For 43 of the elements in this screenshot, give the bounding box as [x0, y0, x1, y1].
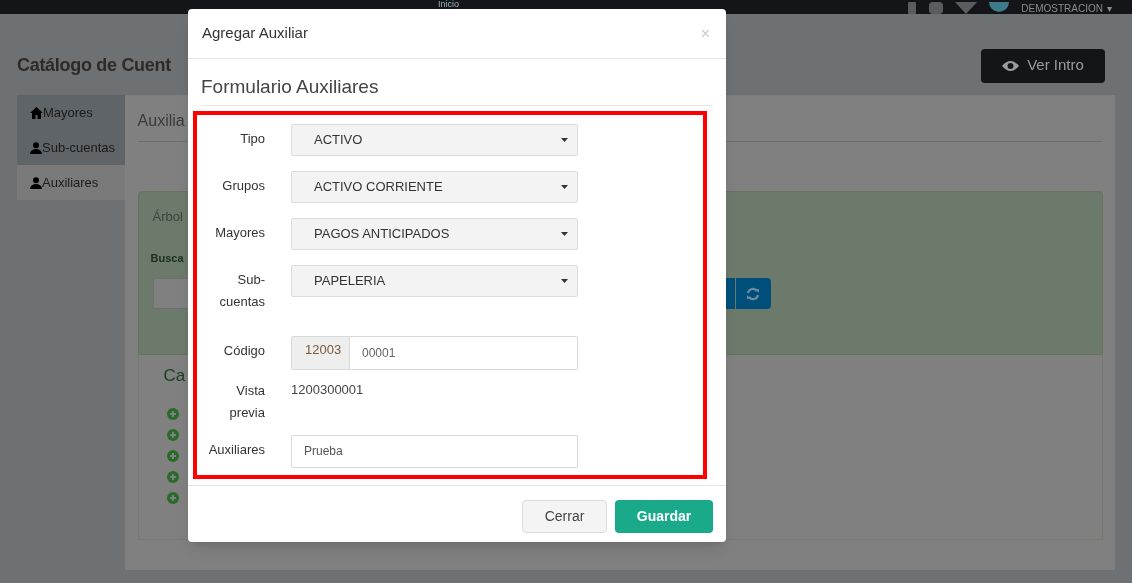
caret-icon[interactable]: ▾ — [1107, 3, 1112, 14]
avatar-icon[interactable] — [989, 2, 1010, 14]
caret-icon — [561, 278, 568, 283]
caret-icon — [561, 137, 568, 142]
caret-icon — [561, 231, 568, 236]
field-label: Código — [222, 341, 265, 360]
text-field[interactable]: Prueba — [291, 434, 578, 468]
field-label: Grupos — [221, 176, 265, 195]
expand-icon[interactable] — [166, 492, 179, 504]
expand-icon[interactable] — [166, 429, 179, 441]
code-field[interactable]: 00001 — [350, 335, 578, 370]
modal-title: Agregar Auxiliar — [202, 23, 308, 44]
field-label: Tipo — [239, 129, 265, 148]
user-icon — [30, 141, 42, 154]
expand-icon[interactable] — [166, 471, 179, 483]
nav-link[interactable]: Inicio — [438, 0, 459, 9]
user-menu[interactable]: DEMOSTRACION — [1021, 3, 1103, 14]
section-heading: Auxilia — [137, 112, 185, 129]
caret-icon — [561, 184, 568, 189]
field-label: Mayores — [214, 223, 265, 242]
select-field[interactable]: PAGOS ANTICIPADOS — [291, 217, 578, 250]
user-icon — [30, 176, 42, 189]
select-field[interactable]: PAPELERIA — [291, 264, 578, 297]
select-field[interactable]: ACTIVO — [291, 123, 578, 156]
search-button[interactable] — [724, 278, 735, 309]
refresh-icon — [746, 286, 761, 301]
home-icon — [30, 106, 43, 119]
preview-value: 1200300001 — [291, 380, 365, 399]
intro-button[interactable]: Ver Intro — [981, 48, 1105, 83]
page-title: Catálogo de Cuent — [17, 54, 171, 77]
search-label: Busca — [150, 251, 184, 266]
field-label: Auxiliares — [207, 440, 265, 459]
eye-icon — [1002, 59, 1020, 72]
field-label: Sub-cuentas — [218, 270, 265, 311]
code-prefix: 12003 — [291, 335, 350, 370]
select-field[interactable]: ACTIVO CORRIENTE — [291, 170, 578, 203]
tree-heading: Ca — [163, 365, 186, 387]
field-label: Vista previa — [228, 381, 265, 422]
expand-icon[interactable] — [166, 408, 179, 420]
form-title: Formulario Auxiliares — [201, 73, 713, 106]
expand-icon[interactable] — [166, 450, 179, 462]
sidebar-item[interactable]: Auxiliares — [17, 165, 125, 200]
close-dialog-button[interactable]: Cerrar — [522, 499, 607, 533]
